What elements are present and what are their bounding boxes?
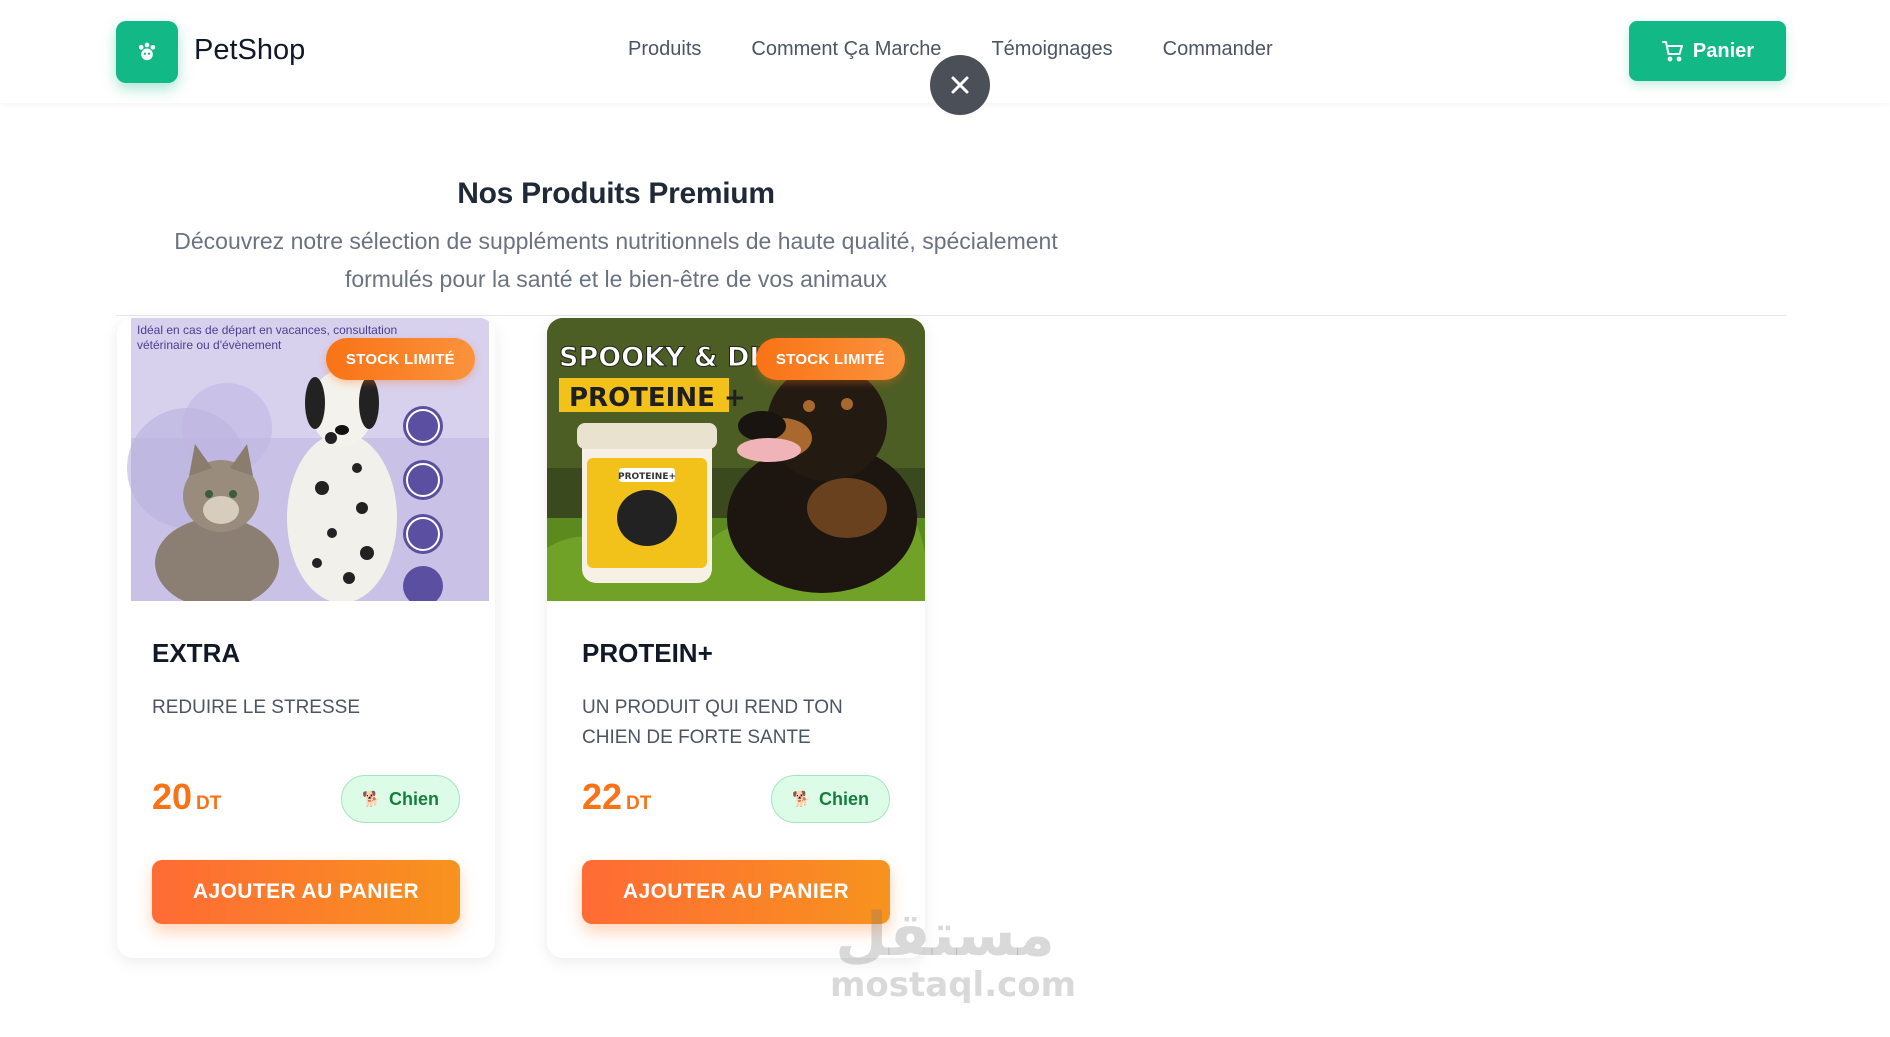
category-tag-label: Chien xyxy=(818,788,869,809)
nav-item-produits[interactable]: Produits xyxy=(628,38,701,61)
watermark-latin: mostaql.com xyxy=(830,965,1077,1005)
close-button[interactable] xyxy=(930,55,990,115)
cart-label: Panier xyxy=(1692,39,1755,62)
add-to-cart-button[interactable]: AJOUTER AU PANIER xyxy=(152,860,460,924)
stock-badge: STOCK LIMITÉ xyxy=(755,338,905,380)
section-title: Nos Produits Premium xyxy=(457,177,775,210)
cart-button[interactable]: Panier xyxy=(1629,21,1786,81)
stock-badge: STOCK LIMITÉ xyxy=(325,338,475,380)
product-image-text-line-1: Idéal en cas de départ en vacances, cons… xyxy=(137,323,397,337)
category-tag-label: Chien xyxy=(388,788,439,809)
section-subtitle-line-1: Découvrez notre sélection de suppléments… xyxy=(174,228,1058,254)
product-image-protein[interactable]: PROTEINE+ SPOOKY & DIVA PROTEINE + STOCK… xyxy=(547,318,925,601)
close-icon xyxy=(951,76,969,94)
section-subtitle: Découvrez notre sélection de suppléments… xyxy=(116,222,1116,298)
product-name: PROTEIN+ xyxy=(582,638,713,668)
watermark-arabic: مستقل xyxy=(835,900,1055,970)
product-image-extra[interactable]: Idéal en cas de départ en vacances, cons… xyxy=(117,318,495,601)
logo[interactable] xyxy=(116,21,178,83)
watermark: مستقل mostaql.com xyxy=(830,900,1077,1005)
product-price: 22 DT xyxy=(582,776,651,818)
product-name: EXTRA xyxy=(152,638,241,668)
price-currency: DT xyxy=(196,793,222,814)
category-tag: 🐕 Chien xyxy=(341,775,460,823)
paw-icon xyxy=(138,42,156,61)
divider xyxy=(116,315,1786,316)
price-currency: DT xyxy=(626,793,652,814)
product-price: 20 DT xyxy=(152,776,221,818)
cart-icon xyxy=(1661,41,1683,62)
product-description: UN PRODUIT QUI REND TON CHIEN DE FORTE S… xyxy=(582,697,843,748)
nav-item-commander[interactable]: Commander xyxy=(1163,38,1273,61)
jar-label: PROTEINE+ xyxy=(618,472,676,482)
product-image-text-line-2: PROTEINE + xyxy=(569,383,746,413)
product-description: REDUIRE LE STRESSE xyxy=(152,697,360,718)
dog-icon: 🐕 xyxy=(362,791,381,808)
price-value: 22 xyxy=(582,776,623,817)
product-card-extra: Idéal en cas de départ en vacances, cons… xyxy=(117,318,495,958)
brand-name[interactable]: PetShop xyxy=(194,34,305,67)
product-image-text-line-2: vétérinaire ou d'évènement xyxy=(137,338,282,352)
nav-item-temoignages[interactable]: Témoignages xyxy=(991,38,1112,61)
dog-icon: 🐕 xyxy=(792,791,811,808)
category-tag: 🐕 Chien xyxy=(771,775,890,823)
nav-item-comment-ca-marche[interactable]: Comment Ça Marche xyxy=(751,38,941,61)
section-subtitle-line-2: formulés pour la santé et le bien-être d… xyxy=(344,266,888,292)
price-value: 20 xyxy=(152,776,193,817)
product-card-protein: PROTEINE+ SPOOKY & DIVA PROTEINE + STOCK… xyxy=(547,318,925,958)
